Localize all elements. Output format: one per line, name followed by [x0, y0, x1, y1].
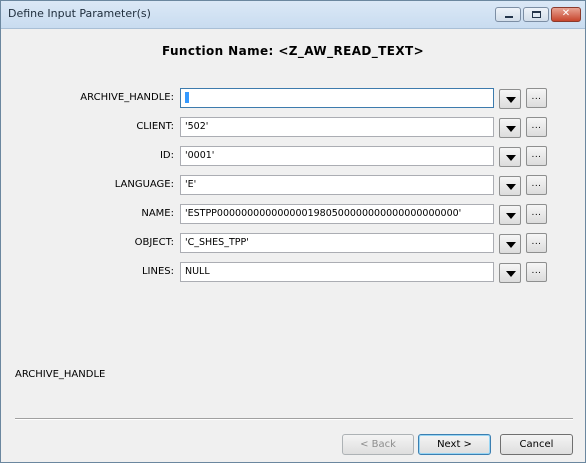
parameter-description: ARCHIVE_HANDLE [15, 369, 106, 380]
language-dropdown-button[interactable] [499, 176, 521, 196]
chevron-down-icon [506, 271, 516, 277]
title-bar[interactable]: Define Input Parameter(s) ✕ [1, 1, 585, 29]
maximize-button[interactable] [523, 7, 549, 22]
chevron-down-icon [506, 126, 516, 132]
param-label: NAME: [141, 208, 174, 219]
object-dropdown-button[interactable] [499, 234, 521, 254]
name-input[interactable]: 'ESTPP0000000000000001980500000000000000… [180, 204, 494, 224]
param-row-id: ID: '0001' ... [4, 144, 582, 168]
window-title: Define Input Parameter(s) [8, 7, 151, 20]
chevron-down-icon [506, 213, 516, 219]
dialog-window: Define Input Parameter(s) ✕ Function Nam… [0, 0, 586, 463]
id-dropdown-button[interactable] [499, 147, 521, 167]
param-label: ARCHIVE_HANDLE: [80, 92, 174, 103]
client-more-button[interactable]: ... [526, 117, 547, 137]
lines-dropdown-button[interactable] [499, 263, 521, 283]
client-dropdown-button[interactable] [499, 118, 521, 138]
object-more-button[interactable]: ... [526, 233, 547, 253]
close-icon: ✕ [561, 8, 571, 19]
param-row-name: NAME: 'ESTPP0000000000000001980500000000… [4, 202, 582, 226]
param-row-archive-handle: ARCHIVE_HANDLE: ... [4, 86, 582, 110]
lines-more-button[interactable]: ... [526, 262, 547, 282]
language-more-button[interactable]: ... [526, 175, 547, 195]
client-input[interactable]: '502' [180, 117, 494, 137]
back-button[interactable]: < Back [342, 434, 414, 455]
maximize-icon [532, 11, 541, 18]
text-cursor [185, 92, 189, 103]
param-row-lines: LINES: NULL ... [4, 260, 582, 284]
footer-divider [15, 418, 573, 420]
minimize-button[interactable] [495, 7, 521, 22]
param-label: LINES: [141, 266, 174, 277]
archive-handle-more-button[interactable]: ... [526, 88, 547, 108]
param-label: OBJECT: [134, 237, 174, 248]
id-more-button[interactable]: ... [526, 146, 547, 166]
object-input[interactable]: 'C_SHES_TPP' [180, 233, 494, 253]
archive-handle-dropdown-button[interactable] [499, 89, 521, 109]
param-label: LANGUAGE: [114, 179, 174, 190]
function-name-heading: Function Name: <Z_AW_READ_TEXT> [161, 44, 425, 58]
param-row-client: CLIENT: '502' ... [4, 115, 582, 139]
name-more-button[interactable]: ... [526, 204, 547, 224]
chevron-down-icon [506, 155, 516, 161]
id-input[interactable]: '0001' [180, 146, 494, 166]
close-button[interactable]: ✕ [551, 7, 581, 22]
chevron-down-icon [506, 242, 516, 248]
param-label: CLIENT: [136, 121, 174, 132]
lines-input[interactable]: NULL [180, 262, 494, 282]
chevron-down-icon [506, 184, 516, 190]
param-row-object: OBJECT: 'C_SHES_TPP' ... [4, 231, 582, 255]
param-label: ID: [159, 150, 174, 161]
param-row-language: LANGUAGE: 'E' ... [4, 173, 582, 197]
minimize-icon [505, 16, 513, 18]
name-dropdown-button[interactable] [499, 205, 521, 225]
next-button[interactable]: Next > [418, 434, 491, 455]
chevron-down-icon [506, 97, 516, 103]
dialog-content: Function Name: <Z_AW_READ_TEXT> ARCHIVE_… [4, 30, 582, 460]
archive-handle-input[interactable] [180, 88, 494, 108]
cancel-button[interactable]: Cancel [500, 434, 573, 455]
language-input[interactable]: 'E' [180, 175, 494, 195]
